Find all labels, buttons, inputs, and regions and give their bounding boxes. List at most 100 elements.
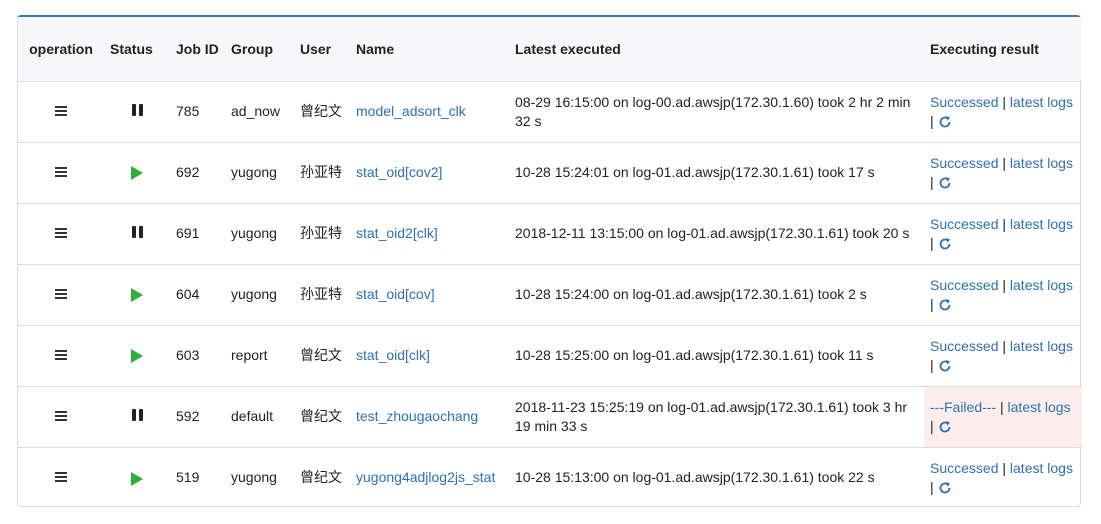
jobs-panel: operation Status Job ID Group User Name … bbox=[17, 15, 1082, 508]
table-row: 603 report 曾纪文 stat_oid[clk] 10-28 15:25… bbox=[18, 325, 1082, 386]
status-cell bbox=[104, 447, 170, 508]
result-link[interactable]: Successed bbox=[930, 94, 998, 110]
operation-cell bbox=[18, 81, 104, 142]
table-header-row: operation Status Job ID Group User Name … bbox=[18, 17, 1082, 81]
refresh-icon[interactable] bbox=[938, 298, 952, 312]
separator: | bbox=[1002, 93, 1007, 110]
result-link[interactable]: ---Failed--- bbox=[930, 399, 996, 415]
group: yugong bbox=[231, 225, 277, 241]
latest-executed: 10-28 15:24:01 on log-01.ad.awsjp(172.30… bbox=[515, 164, 875, 180]
operation-cell bbox=[18, 264, 104, 325]
pause-icon[interactable] bbox=[131, 409, 143, 421]
result-link[interactable]: Successed bbox=[930, 460, 998, 476]
separator: | bbox=[930, 417, 934, 434]
status-cell bbox=[104, 386, 170, 447]
operation-cell bbox=[18, 386, 104, 447]
latest-logs-link[interactable]: latest logs bbox=[1010, 460, 1073, 476]
pause-icon[interactable] bbox=[131, 104, 143, 116]
job-name-link[interactable]: model_adsort_clk bbox=[356, 103, 466, 119]
separator: | bbox=[1002, 215, 1007, 232]
job-name-cell: test_zhougaochang bbox=[350, 386, 509, 447]
job-name-link[interactable]: stat_oid2[clk] bbox=[356, 225, 438, 241]
job-id: 603 bbox=[176, 347, 200, 363]
group: ad_now bbox=[231, 103, 281, 119]
result-cell: ---Failed--- | latest logs | bbox=[924, 386, 1082, 447]
status-cell bbox=[104, 142, 170, 203]
latest-executed: 10-28 15:13:00 on log-01.ad.awsjp(172.30… bbox=[515, 469, 875, 486]
user: 曾纪文 bbox=[300, 103, 342, 119]
job-id: 519 bbox=[176, 469, 200, 486]
pause-icon[interactable] bbox=[131, 226, 143, 238]
job-name-cell: stat_oid[clk] bbox=[350, 325, 509, 386]
result-cell: Successed | latest logs | bbox=[924, 203, 1082, 264]
refresh-icon[interactable] bbox=[938, 359, 952, 373]
operation-cell bbox=[18, 325, 104, 386]
status-cell bbox=[104, 325, 170, 386]
latest-logs-link[interactable]: latest logs bbox=[1010, 277, 1073, 293]
result-link[interactable]: Successed bbox=[930, 338, 998, 354]
job-name-link[interactable]: stat_oid[cov] bbox=[356, 286, 435, 302]
play-icon[interactable] bbox=[131, 471, 143, 486]
group: yugong bbox=[231, 469, 277, 486]
status-cell bbox=[104, 264, 170, 325]
latest-logs-link[interactable]: latest logs bbox=[1010, 94, 1073, 110]
separator: | bbox=[930, 478, 934, 495]
latest-logs-link[interactable]: latest logs bbox=[1010, 338, 1073, 354]
play-icon[interactable] bbox=[131, 166, 143, 181]
menu-icon[interactable] bbox=[55, 167, 67, 177]
play-icon[interactable] bbox=[131, 349, 143, 364]
latest-logs-link[interactable]: latest logs bbox=[1010, 155, 1073, 171]
refresh-icon[interactable] bbox=[938, 481, 952, 495]
operation-cell bbox=[18, 142, 104, 203]
col-header-latest-executed: Latest executed bbox=[515, 40, 621, 57]
status-cell bbox=[104, 203, 170, 264]
latest-logs-link[interactable]: latest logs bbox=[1008, 399, 1071, 415]
job-name-cell: stat_oid[cov] bbox=[350, 264, 509, 325]
table-row: 592 default 曾纪文 test_zhougaochang 2018-1… bbox=[18, 386, 1082, 447]
latest-executed: 2018-11-23 15:25:19 on log-01.ad.awsjp(1… bbox=[515, 398, 908, 434]
separator: | bbox=[930, 173, 934, 190]
result-link[interactable]: Successed bbox=[930, 216, 998, 232]
table-row: 604 yugong 孙亚特 stat_oid[cov] 10-28 15:24… bbox=[18, 264, 1082, 325]
refresh-icon[interactable] bbox=[938, 115, 952, 129]
refresh-icon[interactable] bbox=[938, 176, 952, 190]
menu-icon[interactable] bbox=[55, 411, 67, 421]
latest-logs-link[interactable]: latest logs bbox=[1010, 216, 1073, 232]
menu-icon[interactable] bbox=[55, 106, 67, 116]
job-name-link[interactable]: test_zhougaochang bbox=[356, 408, 478, 424]
menu-icon[interactable] bbox=[55, 228, 67, 238]
job-name-cell: stat_oid2[clk] bbox=[350, 203, 509, 264]
play-icon[interactable] bbox=[131, 288, 143, 303]
operation-cell bbox=[18, 203, 104, 264]
result-link[interactable]: Successed bbox=[930, 155, 998, 171]
col-header-job-id: Job ID bbox=[176, 40, 219, 57]
separator: | bbox=[930, 295, 934, 312]
table-row: 692 yugong 孙亚特 stat_oid[cov2] 10-28 15:2… bbox=[18, 142, 1082, 203]
refresh-icon[interactable] bbox=[938, 237, 952, 251]
job-name-link[interactable]: stat_oid[cov2] bbox=[356, 164, 442, 180]
result-cell: Successed | latest logs | bbox=[924, 325, 1082, 386]
group: default bbox=[231, 408, 274, 424]
result-cell: Successed | latest logs | bbox=[924, 447, 1082, 508]
menu-icon[interactable] bbox=[55, 289, 67, 299]
col-header-group: Group bbox=[231, 40, 273, 57]
job-name-link[interactable]: stat_oid[clk] bbox=[356, 347, 430, 363]
job-name-link[interactable]: yugong4adjlog2js_stat bbox=[356, 469, 495, 485]
job-id: 692 bbox=[176, 164, 200, 180]
refresh-icon[interactable] bbox=[938, 420, 952, 434]
latest-executed: 2018-12-11 13:15:00 on log-01.ad.awsjp(1… bbox=[515, 225, 910, 241]
col-header-status: Status bbox=[110, 40, 153, 57]
user: 孙亚特 bbox=[300, 164, 342, 180]
col-header-name: Name bbox=[356, 40, 395, 57]
table-row: 785 ad_now 曾纪文 model_adsort_clk 08-29 16… bbox=[18, 81, 1082, 142]
table-row: 519 yugong 曾纪文 yugong4adjlog2js_stat 10-… bbox=[18, 447, 1082, 508]
job-name-cell: yugong4adjlog2js_stat bbox=[350, 447, 509, 508]
separator: | bbox=[1002, 154, 1007, 171]
job-id: 691 bbox=[176, 225, 200, 241]
result-link[interactable]: Successed bbox=[930, 277, 998, 293]
status-cell bbox=[104, 81, 170, 142]
menu-icon[interactable] bbox=[55, 472, 67, 483]
menu-icon[interactable] bbox=[55, 350, 67, 360]
job-id: 604 bbox=[176, 286, 200, 302]
separator: | bbox=[1000, 398, 1004, 415]
